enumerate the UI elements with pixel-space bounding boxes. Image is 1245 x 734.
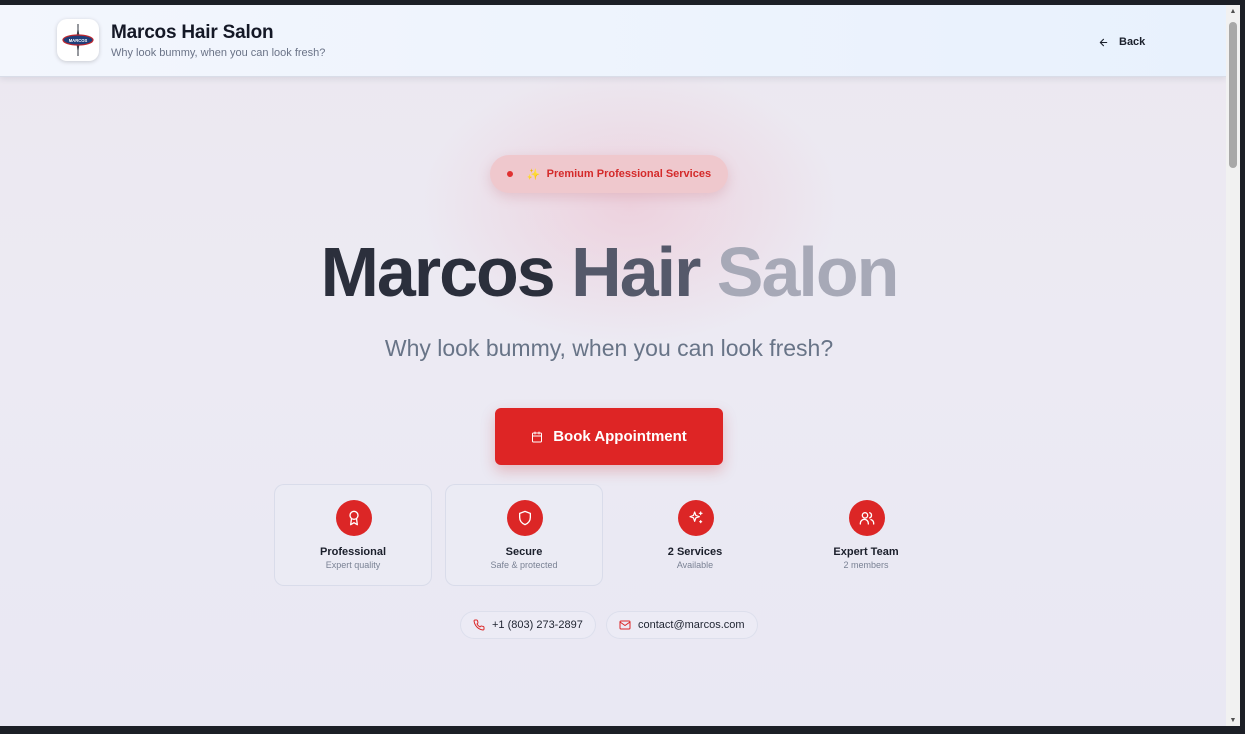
hero-title: Marcos Hair Salon [0, 237, 1218, 307]
award-icon [349, 510, 359, 526]
scroll-thumb[interactable] [1229, 22, 1237, 168]
feature-label: Professional [319, 546, 387, 558]
back-label: Back [1119, 36, 1146, 48]
feature-label: Secure [505, 546, 543, 558]
feature-desc: Safe & protected [490, 560, 558, 570]
feature-label: Expert Team [833, 546, 899, 558]
email-link[interactable]: contact@marcos.com [606, 611, 758, 639]
feature-icon-circle [336, 500, 372, 536]
hero-title-word-3: Salon [716, 233, 900, 311]
scroll-up-arrow-icon[interactable]: ▲ [1228, 6, 1238, 16]
calendar-icon [532, 431, 543, 442]
salon-logo[interactable]: MARCOS [57, 19, 99, 61]
top-header: MARCOS Marcos Hair Salon Why look bummy,… [0, 5, 1226, 77]
mail-icon [619, 620, 631, 630]
phone-link[interactable]: +1 (803) 273-2897 [460, 611, 596, 639]
feature-icon-circle [507, 500, 543, 536]
email-text: contact@marcos.com [638, 619, 745, 631]
feature-label: 2 Services [667, 546, 723, 558]
badge-text: Premium Professional Services [546, 168, 712, 180]
page-scrollbar[interactable]: ▲ ▼ [1226, 5, 1240, 726]
back-button[interactable]: Back [1098, 32, 1145, 52]
phone-text: +1 (803) 273-2897 [492, 619, 583, 631]
hero-subtitle: Why look bummy, when you can look fresh? [384, 335, 834, 361]
feature-icon-circle [678, 500, 714, 536]
book-appointment-button[interactable]: Book Appointment [495, 408, 723, 465]
phone-icon [473, 619, 485, 631]
shield-icon [519, 510, 531, 526]
feature-icon-circle [849, 500, 885, 536]
feature-card-secure: Secure Safe & protected [445, 484, 603, 586]
premium-badge: ✨ Premium Professional Services [490, 155, 728, 193]
book-appointment-label: Book Appointment [553, 428, 687, 445]
users-icon [859, 512, 875, 525]
feature-card-team: Expert Team 2 members [787, 484, 945, 586]
sparkles-icon [689, 511, 703, 524]
sparkle-emoji-icon: ✨ [526, 168, 541, 181]
hero-title-word-1: Marcos [320, 233, 556, 311]
brand-subtitle: Why look bummy, when you can look fresh? [111, 47, 326, 59]
scroll-down-arrow-icon[interactable]: ▼ [1228, 715, 1238, 725]
feature-desc: 2 members [843, 560, 889, 570]
page-viewport: MARCOS Marcos Hair Salon Why look bummy,… [0, 5, 1226, 726]
feature-desc: Expert quality [325, 560, 381, 570]
hero-title-word-2: Hair [571, 233, 701, 311]
feature-desc: Available [676, 560, 714, 570]
arrow-left-icon [1099, 38, 1108, 46]
feature-card-professional: Professional Expert quality [274, 484, 432, 586]
brand-title: Marcos Hair Salon [111, 22, 274, 43]
badge-dot [506, 171, 513, 177]
feature-card-services: 2 Services Available [616, 484, 774, 586]
logo-emblem-icon: MARCOS [62, 24, 94, 56]
logo-text: MARCOS [69, 38, 88, 43]
